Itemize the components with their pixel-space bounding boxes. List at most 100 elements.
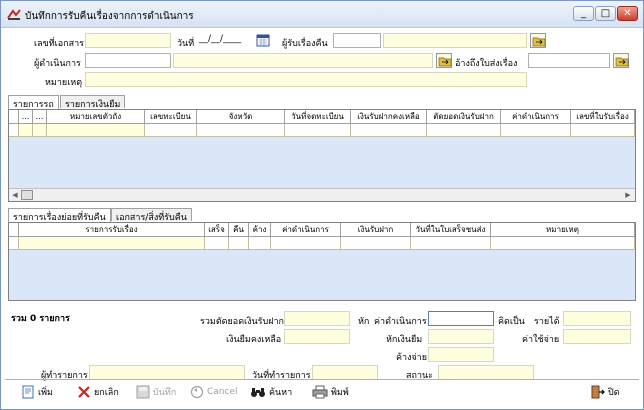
row-selector[interactable] <box>9 237 19 250</box>
horizontal-scrollbar[interactable]: ◀ ▶ <box>9 188 635 201</box>
grid-cell[interactable] <box>145 124 197 137</box>
col-header-returned[interactable]: คืน <box>229 223 249 237</box>
ref-field[interactable] <box>528 53 610 68</box>
col-header-plate[interactable]: เลขทะเบียน <box>145 110 197 124</box>
window-title: บันทึกการรับคืนเรื่องจากการดำเนินการ <box>25 11 194 22</box>
col-header-sel1[interactable]: ... <box>19 110 33 124</box>
receiver-lookup-button[interactable] <box>530 33 546 48</box>
outstanding-field <box>428 347 494 362</box>
grid-cell[interactable] <box>33 124 47 137</box>
receiver-name-field <box>383 33 527 48</box>
col-header-province[interactable]: จังหวัด <box>197 110 285 124</box>
col-header-deposit[interactable]: เงินรับฝาก <box>341 223 411 237</box>
outstanding-label: ค้างจ่าย <box>396 353 428 363</box>
subitem-grid[interactable]: รายการรับเรื่อง เสร็จ คืน ค้าง ค่าดำเนิน… <box>8 222 636 301</box>
title-bar: บันทึกการรับคืนเรื่องจากการดำเนินการ _ □… <box>1 1 643 28</box>
operator-code-field[interactable] <box>85 53 171 68</box>
add-label: เพิ่ม <box>38 388 53 398</box>
grid-cell[interactable] <box>229 237 249 250</box>
lookup-icon <box>532 37 546 47</box>
exit-button[interactable]: ปิด <box>591 384 620 400</box>
grid-cell[interactable] <box>271 237 341 250</box>
ref-lookup-button[interactable] <box>613 53 629 68</box>
date-field[interactable]: __/__/____ <box>197 33 253 48</box>
doc-no-field[interactable] <box>85 33 171 48</box>
loan-balance-field <box>284 329 350 344</box>
col-header-item[interactable]: รายการรับเรื่อง <box>19 223 205 237</box>
operator-name-field <box>173 53 433 68</box>
col-header-reg-date[interactable]: วันที่จดทะเบียน <box>285 110 351 124</box>
col-header-deposit-balance[interactable]: เงินรับฝากคงเหลือ <box>351 110 427 124</box>
grid-cell[interactable] <box>197 124 285 137</box>
grid-cell[interactable] <box>19 237 205 250</box>
operator-label: ผู้ดำเนินการ <box>34 59 81 69</box>
op-fee-field[interactable] <box>428 311 494 326</box>
search-button[interactable]: ค้นหา <box>250 384 292 400</box>
grid-cell[interactable] <box>571 124 635 137</box>
printer-icon <box>312 385 328 399</box>
grid-corner <box>9 223 19 237</box>
grid-cell[interactable] <box>47 124 145 137</box>
grid-cell[interactable] <box>351 124 427 137</box>
grid-cell[interactable] <box>205 237 229 250</box>
col-header-done[interactable]: เสร็จ <box>205 223 229 237</box>
close-window-button[interactable]: ✕ <box>617 6 638 21</box>
receiver-code-field[interactable] <box>333 33 381 48</box>
minimize-button[interactable]: _ <box>573 6 594 21</box>
maximize-button[interactable]: □ <box>595 6 616 21</box>
total-deduct-field <box>284 311 350 326</box>
col-header-sel2[interactable]: ... <box>33 110 47 124</box>
add-icon <box>22 385 34 399</box>
recorder-field <box>89 365 245 380</box>
scroll-left-icon[interactable]: ◀ <box>10 190 20 200</box>
tab-loans[interactable]: รายการเงินยืม <box>60 95 126 110</box>
scroll-right-icon[interactable]: ▶ <box>623 190 633 200</box>
grid-cell[interactable] <box>285 124 351 137</box>
calendar-icon[interactable] <box>256 33 270 47</box>
grid-cell[interactable] <box>411 237 491 250</box>
tab-subitems[interactable]: รายการเรื่องย่อยที่รับคืน <box>8 208 111 223</box>
income-label: รายได้ <box>534 317 560 327</box>
print-button[interactable]: พิมพ์ <box>312 384 349 400</box>
expense-label: ค่าใช้จ่าย <box>522 335 560 345</box>
app-icon <box>7 9 21 20</box>
lookup-icon <box>615 57 629 67</box>
main-window: บันทึกการรับคืนเรื่องจากการดำเนินการ _ □… <box>0 0 644 410</box>
grid-cell[interactable] <box>501 124 571 137</box>
operator-lookup-button[interactable] <box>436 53 452 68</box>
col-header-receipt-no[interactable]: เลขที่ใบรับเรื่อง <box>571 110 635 124</box>
grid-cell[interactable] <box>19 124 33 137</box>
undo-icon <box>190 385 204 399</box>
col-header-op-fee[interactable]: ค่าดำเนินการ <box>501 110 571 124</box>
save-button[interactable]: บันทึก <box>136 384 176 400</box>
tab-documents[interactable]: เอกสาร/สิ่งที่รับคืน <box>111 208 192 223</box>
add-button[interactable]: เพิ่ม <box>21 384 53 400</box>
tab-vehicles[interactable]: รายการรถ <box>8 95 59 110</box>
receiver-label: ผู้รับเรื่องคืน <box>282 39 328 49</box>
col-header-deposit-deduct[interactable]: ตัดยอดเงินรับฝาก <box>427 110 501 124</box>
total-deduct-label: รวมตัดยอดเงินรับฝาก <box>200 317 284 327</box>
scroll-thumb[interactable] <box>21 190 33 200</box>
col-header-op-fee[interactable]: ค่าดำเนินการ <box>271 223 341 237</box>
loan-deduct-label: หักเงินยืม <box>386 335 423 345</box>
grid-cell[interactable] <box>249 237 271 250</box>
grid-cell[interactable] <box>341 237 411 250</box>
col-header-remark[interactable]: หมายเหตุ <box>491 223 635 237</box>
minus-label: หัก <box>358 317 370 327</box>
cancel-doc-button[interactable]: ยกเลิก <box>77 384 119 400</box>
exit-label: ปิด <box>608 388 620 398</box>
col-header-receipt-date[interactable]: วันที่ในใบเสร็จชนส่ง <box>411 223 491 237</box>
grid-cell[interactable] <box>491 237 635 250</box>
op-fee-label: ค่าดำเนินการ <box>374 317 427 327</box>
grid-cell[interactable] <box>427 124 501 137</box>
grid-corner <box>9 110 19 124</box>
cancel-label: Cancel <box>207 387 238 397</box>
calc-as-label: คิดเป็น <box>498 317 525 327</box>
col-header-chassis[interactable]: หมายเลขตัวถัง <box>47 110 145 124</box>
vehicle-grid[interactable]: ... ... หมายเลขตัวถัง เลขทะเบียน จังหวัด… <box>8 109 636 202</box>
col-header-pending[interactable]: ค้าง <box>249 223 271 237</box>
date-label: วันที่ <box>177 39 195 49</box>
row-selector[interactable] <box>9 124 19 137</box>
remark-field[interactable] <box>85 72 527 87</box>
cancel-button[interactable]: Cancel <box>190 384 238 400</box>
